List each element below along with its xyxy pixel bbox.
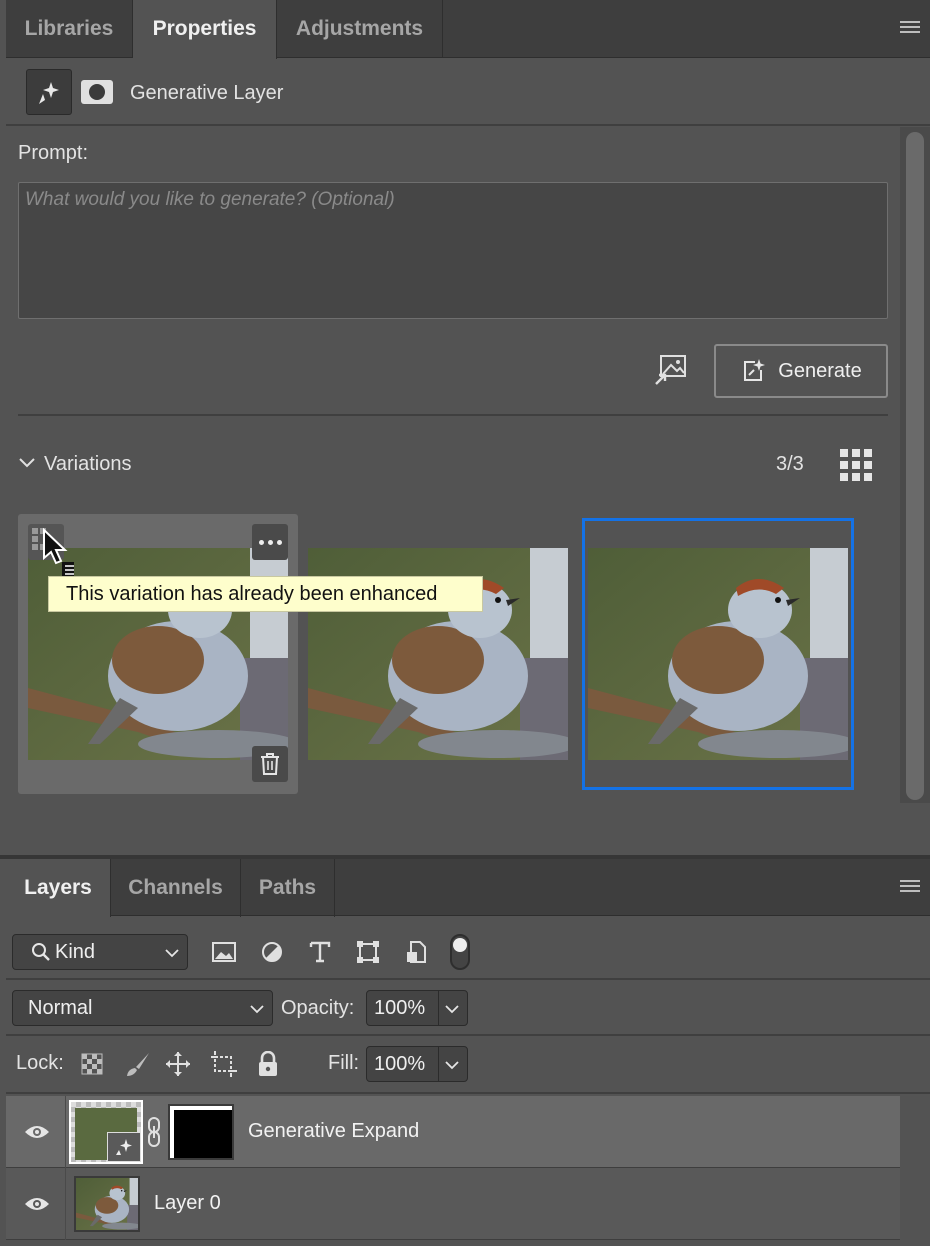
delete-variation-icon[interactable] <box>252 746 288 782</box>
layer-name[interactable]: Layer 0 <box>154 1192 221 1215</box>
tab-adjustments[interactable]: Adjustments <box>277 0 443 58</box>
filter-pixel-icon[interactable] <box>210 938 238 966</box>
eye-icon <box>25 1126 49 1138</box>
visibility-toggle[interactable] <box>6 1168 66 1240</box>
chevron-down-icon[interactable] <box>445 1060 459 1070</box>
lock-artboard-icon[interactable] <box>210 1050 238 1078</box>
opacity-value: 100% <box>374 996 426 1019</box>
prompt-input[interactable] <box>18 182 888 319</box>
filter-divider <box>6 978 930 980</box>
tab-channels[interactable]: Channels <box>111 859 241 917</box>
variations-count: 3/3 <box>776 453 804 475</box>
layer-mask-thumbnail[interactable] <box>168 1104 234 1160</box>
layer-name[interactable]: Generative Expand <box>248 1120 419 1143</box>
tooltip: This variation has already been enhanced <box>48 576 483 612</box>
generative-badge-icon <box>107 1132 141 1162</box>
lock-divider <box>6 1092 930 1094</box>
tab-properties[interactable]: Properties <box>133 0 277 59</box>
fill-value: 100% <box>374 1052 426 1075</box>
variation-3-selected[interactable] <box>582 518 854 790</box>
properties-tab-bar: Libraries Properties Adjustments <box>6 0 930 59</box>
visibility-toggle[interactable] <box>6 1096 66 1168</box>
layer-thumbnail-bird <box>74 1176 140 1232</box>
reference-image-icon[interactable] <box>650 352 690 388</box>
filter-kind-value: Kind <box>55 940 96 963</box>
opacity-label: Opacity: <box>281 997 355 1019</box>
scrollbar-thumb[interactable] <box>906 132 924 800</box>
layers-scroll-gutter <box>900 1096 930 1246</box>
chevron-down-icon <box>165 949 179 958</box>
blend-mode-value: Normal <box>28 996 93 1019</box>
lock-all-icon[interactable] <box>255 1050 281 1078</box>
blend-divider <box>6 1034 930 1036</box>
chevron-down-icon <box>250 1005 264 1014</box>
filter-kind-dropdown[interactable]: Kind <box>12 934 188 970</box>
layers-tab-bar: Layers Channels Paths <box>6 859 930 917</box>
generate-button[interactable]: Generate <box>714 344 888 398</box>
generate-sparkle-icon <box>744 359 766 381</box>
variation-3-image <box>588 548 848 760</box>
generate-label: Generate <box>778 359 862 382</box>
more-options-icon[interactable] <box>252 524 288 560</box>
lock-transparent-icon[interactable] <box>80 1052 104 1076</box>
filter-adjustment-icon[interactable] <box>258 938 286 966</box>
layer-row-layer-0[interactable]: Layer 0 <box>6 1168 901 1240</box>
lock-label: Lock: <box>16 1052 64 1074</box>
layer-row-generative-expand[interactable]: Generative Expand <box>6 1096 901 1168</box>
filter-type-icon[interactable] <box>306 938 334 966</box>
chevron-down-icon[interactable] <box>445 1004 459 1014</box>
eye-icon <box>25 1198 49 1210</box>
filter-shape-icon[interactable] <box>354 938 382 966</box>
lock-position-move-icon[interactable] <box>164 1050 192 1078</box>
header-divider <box>6 124 930 126</box>
filter-toggle[interactable] <box>450 934 470 970</box>
lock-image-brush-icon[interactable] <box>124 1050 152 1078</box>
tab-paths[interactable]: Paths <box>241 859 335 917</box>
chevron-down-icon[interactable] <box>18 456 36 475</box>
layer-link-icon[interactable] <box>146 1116 162 1153</box>
panel-menu-icon[interactable] <box>900 21 920 35</box>
fill-label: Fill: <box>328 1052 360 1074</box>
fill-field[interactable]: 100% <box>366 1046 468 1082</box>
layer-type-label: Generative Layer <box>130 82 284 104</box>
tab-layers[interactable]: Layers <box>6 859 111 917</box>
section-divider <box>18 414 888 416</box>
variations-label[interactable]: Variations <box>44 453 131 476</box>
grid-view-icon[interactable] <box>840 449 872 481</box>
prompt-label: Prompt: <box>18 142 89 164</box>
search-icon <box>32 943 50 961</box>
layers-menu-icon[interactable] <box>900 880 920 894</box>
mask-icon[interactable] <box>81 80 113 104</box>
tab-libraries[interactable]: Libraries <box>6 0 133 58</box>
scrollbar-track[interactable] <box>900 127 930 803</box>
opacity-field[interactable]: 100% <box>366 990 468 1026</box>
generative-layer-icon[interactable] <box>26 69 72 115</box>
layer-thumbnail-generative <box>69 1100 143 1164</box>
filter-smart-object-icon[interactable] <box>402 938 430 966</box>
blend-mode-dropdown[interactable]: Normal <box>12 990 273 1026</box>
